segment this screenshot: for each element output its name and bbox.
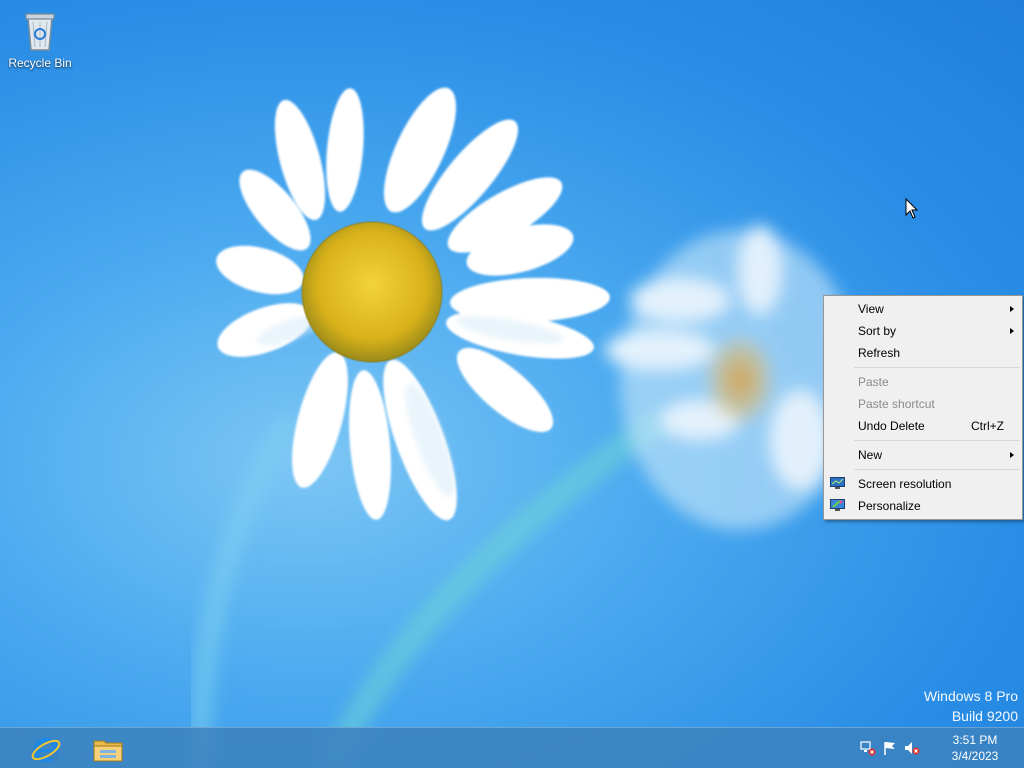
menu-item-refresh[interactable]: Refresh bbox=[824, 342, 1022, 364]
recycle-bin-icon bbox=[16, 6, 64, 54]
watermark-build: Build 9200 bbox=[951, 708, 1018, 724]
menu-item-undo-delete[interactable]: Undo Delete Ctrl+Z bbox=[824, 415, 1022, 437]
menu-separator bbox=[854, 469, 1020, 470]
menu-item-view[interactable]: View bbox=[824, 298, 1022, 320]
desktop-icon-recycle-bin[interactable]: Recycle Bin bbox=[4, 6, 76, 70]
desktop[interactable]: Recycle Bin Windows 8 Pro Build 9200 Vie… bbox=[0, 0, 1024, 768]
personalize-icon bbox=[830, 499, 845, 511]
menu-item-label: View bbox=[858, 302, 884, 316]
watermark-edition: Windows 8 Pro bbox=[923, 688, 1018, 704]
submenu-arrow-icon bbox=[1010, 306, 1014, 312]
menu-item-sort-by[interactable]: Sort by bbox=[824, 320, 1022, 342]
menu-item-label: Paste bbox=[858, 375, 889, 389]
desktop-context-menu: View Sort by Refresh Paste Paste shortcu… bbox=[823, 295, 1023, 520]
menu-item-label: Personalize bbox=[858, 499, 921, 513]
action-center-flag-icon[interactable] bbox=[882, 740, 898, 756]
menu-separator bbox=[854, 367, 1020, 368]
menu-item-paste-shortcut: Paste shortcut bbox=[824, 393, 1022, 415]
clock-time: 3:51 PM bbox=[952, 733, 998, 747]
taskbar-clock[interactable]: 3:51 PM 3/4/2023 bbox=[944, 732, 1006, 764]
submenu-arrow-icon bbox=[1010, 452, 1014, 458]
monitor-icon bbox=[830, 477, 845, 489]
file-explorer-icon bbox=[93, 740, 123, 762]
system-tray: 3:51 PM 3/4/2023 bbox=[854, 728, 1024, 768]
windows-edition-watermark: Windows 8 Pro Build 9200 bbox=[924, 686, 1018, 726]
taskbar-button-internet-explorer[interactable] bbox=[16, 730, 76, 766]
volume-muted-icon[interactable] bbox=[904, 740, 920, 756]
menu-item-label: Paste shortcut bbox=[858, 397, 935, 411]
clock-date: 3/4/2023 bbox=[951, 749, 999, 763]
mouse-pointer-icon bbox=[905, 198, 919, 219]
menu-separator bbox=[854, 440, 1020, 441]
taskbar: 3:51 PM 3/4/2023 bbox=[0, 727, 1024, 768]
menu-item-screen-resolution[interactable]: Screen resolution bbox=[824, 473, 1022, 495]
menu-item-personalize[interactable]: Personalize bbox=[824, 495, 1022, 517]
menu-item-new[interactable]: New bbox=[824, 444, 1022, 466]
menu-item-label: Refresh bbox=[858, 346, 901, 360]
menu-item-label: Screen resolution bbox=[858, 477, 952, 491]
menu-item-label: Sort by bbox=[858, 324, 897, 338]
menu-item-label: Undo Delete bbox=[858, 419, 925, 433]
network-disconnected-icon[interactable] bbox=[860, 740, 876, 756]
menu-item-paste: Paste bbox=[824, 371, 1022, 393]
taskbar-button-file-explorer[interactable] bbox=[78, 730, 138, 766]
menu-item-label: New bbox=[858, 448, 883, 462]
submenu-arrow-icon bbox=[1010, 328, 1014, 334]
menu-item-shortcut: Ctrl+Z bbox=[971, 419, 1004, 433]
recycle-bin-label: Recycle Bin bbox=[8, 56, 72, 70]
internet-explorer-icon bbox=[31, 737, 61, 763]
